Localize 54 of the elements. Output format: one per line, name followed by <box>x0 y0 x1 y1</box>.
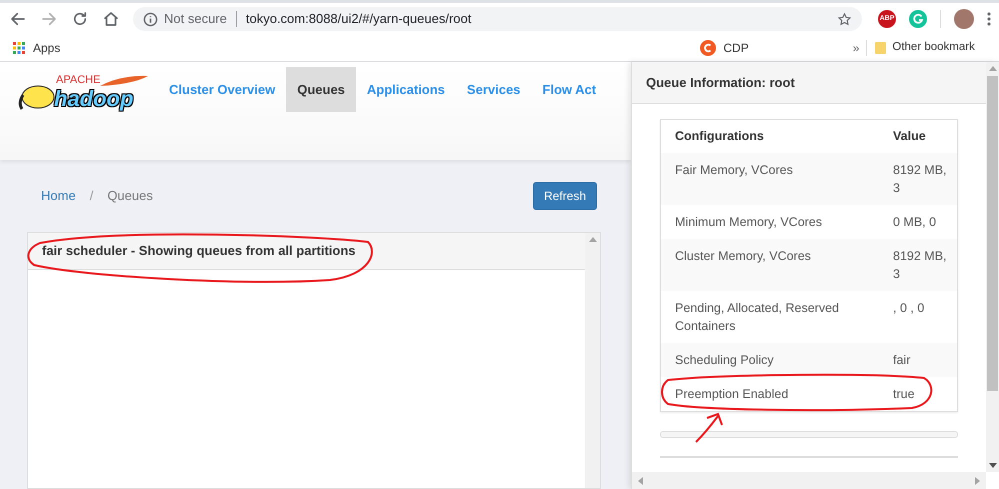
url-text: tokyo.com:8088/ui2/#/yarn-queues/root <box>246 10 472 28</box>
security-label: Not secure <box>164 10 227 28</box>
grammarly-extension-icon[interactable] <box>909 10 927 28</box>
breadcrumb-current: Queues <box>107 187 153 206</box>
annotation-arrow <box>695 412 723 443</box>
apps-grid-icon[interactable] <box>13 42 25 54</box>
bookmark-link[interactable]: Apps <box>33 39 60 57</box>
breadcrumb-link[interactable]: Home <box>41 186 76 206</box>
table-cell-text: true <box>892 386 916 403</box>
bookmark-link[interactable]: CDP <box>723 39 749 57</box>
scroll-up-arrow-icon[interactable] <box>988 66 996 71</box>
info-icon[interactable] <box>143 12 158 26</box>
nav-tab[interactable]: Services <box>456 67 532 112</box>
table-cell-text: fair <box>892 352 912 369</box>
table-cell-text: Cluster Memory, VCores <box>674 248 812 265</box>
feather-logo-icon <box>100 75 148 87</box>
logo-text: hadoop <box>54 88 134 110</box>
table-cell-text: 0 MB, 0 <box>892 214 938 231</box>
scrollbar[interactable] <box>986 62 999 472</box>
table-cell-text: , 0 , 0 <box>892 300 926 317</box>
scrollbar-thumb[interactable] <box>987 76 998 391</box>
elephant-logo-icon <box>18 83 56 111</box>
nav-tab[interactable]: Queues <box>286 67 356 112</box>
breadcrumb-separator: / <box>90 187 94 206</box>
nav-tab[interactable]: Applications <box>356 67 456 112</box>
folder-icon <box>874 41 888 55</box>
logo-top-text: APACHE <box>56 75 100 86</box>
table-cell-text: Pending, Allocated, Reserved Containers <box>674 300 840 335</box>
refresh-button[interactable]: Refresh <box>532 182 597 210</box>
scroll-right-arrow-icon[interactable] <box>975 476 980 484</box>
scroll-up-arrow-icon[interactable] <box>588 237 596 242</box>
bookmarks-overflow-button[interactable]: » <box>852 39 860 57</box>
scroll-down-arrow-icon[interactable] <box>988 463 996 468</box>
bookmark-folder[interactable]: Other bookmark <box>892 39 975 57</box>
scroll-left-arrow-icon[interactable] <box>638 476 643 484</box>
table-cell-text: Minimum Memory, VCores <box>674 214 824 231</box>
panel-title: fair scheduler - Showing queues from all partitions <box>42 242 356 260</box>
table-cell-text: Preemption Enabled <box>674 386 790 403</box>
column-header: Configurations <box>674 128 765 146</box>
profile-avatar[interactable] <box>954 9 974 29</box>
table-cell-text: Scheduling Policy <box>674 352 775 369</box>
horizontal-scrollbar[interactable] <box>632 472 986 489</box>
scrollbar[interactable] <box>585 233 600 488</box>
panel-title: Queue Information: root <box>646 74 795 92</box>
column-header: Value <box>892 128 926 146</box>
table-cell-text: 8192 MB, 3 <box>892 162 948 197</box>
nav-tab[interactable]: Flow Act <box>531 67 608 112</box>
table-cell-text: 8192 MB, 3 <box>892 248 948 283</box>
menu-icon[interactable] <box>987 12 991 26</box>
nav-tab[interactable]: Cluster Overview <box>158 67 286 112</box>
star-icon[interactable] <box>837 12 852 26</box>
site-favicon-icon <box>700 40 716 56</box>
table-cell-text: Fair Memory, VCores <box>674 162 794 179</box>
address-bar[interactable]: Not secure tokyo.com:8088/ui2/#/yarn-queues/root <box>133 7 862 31</box>
